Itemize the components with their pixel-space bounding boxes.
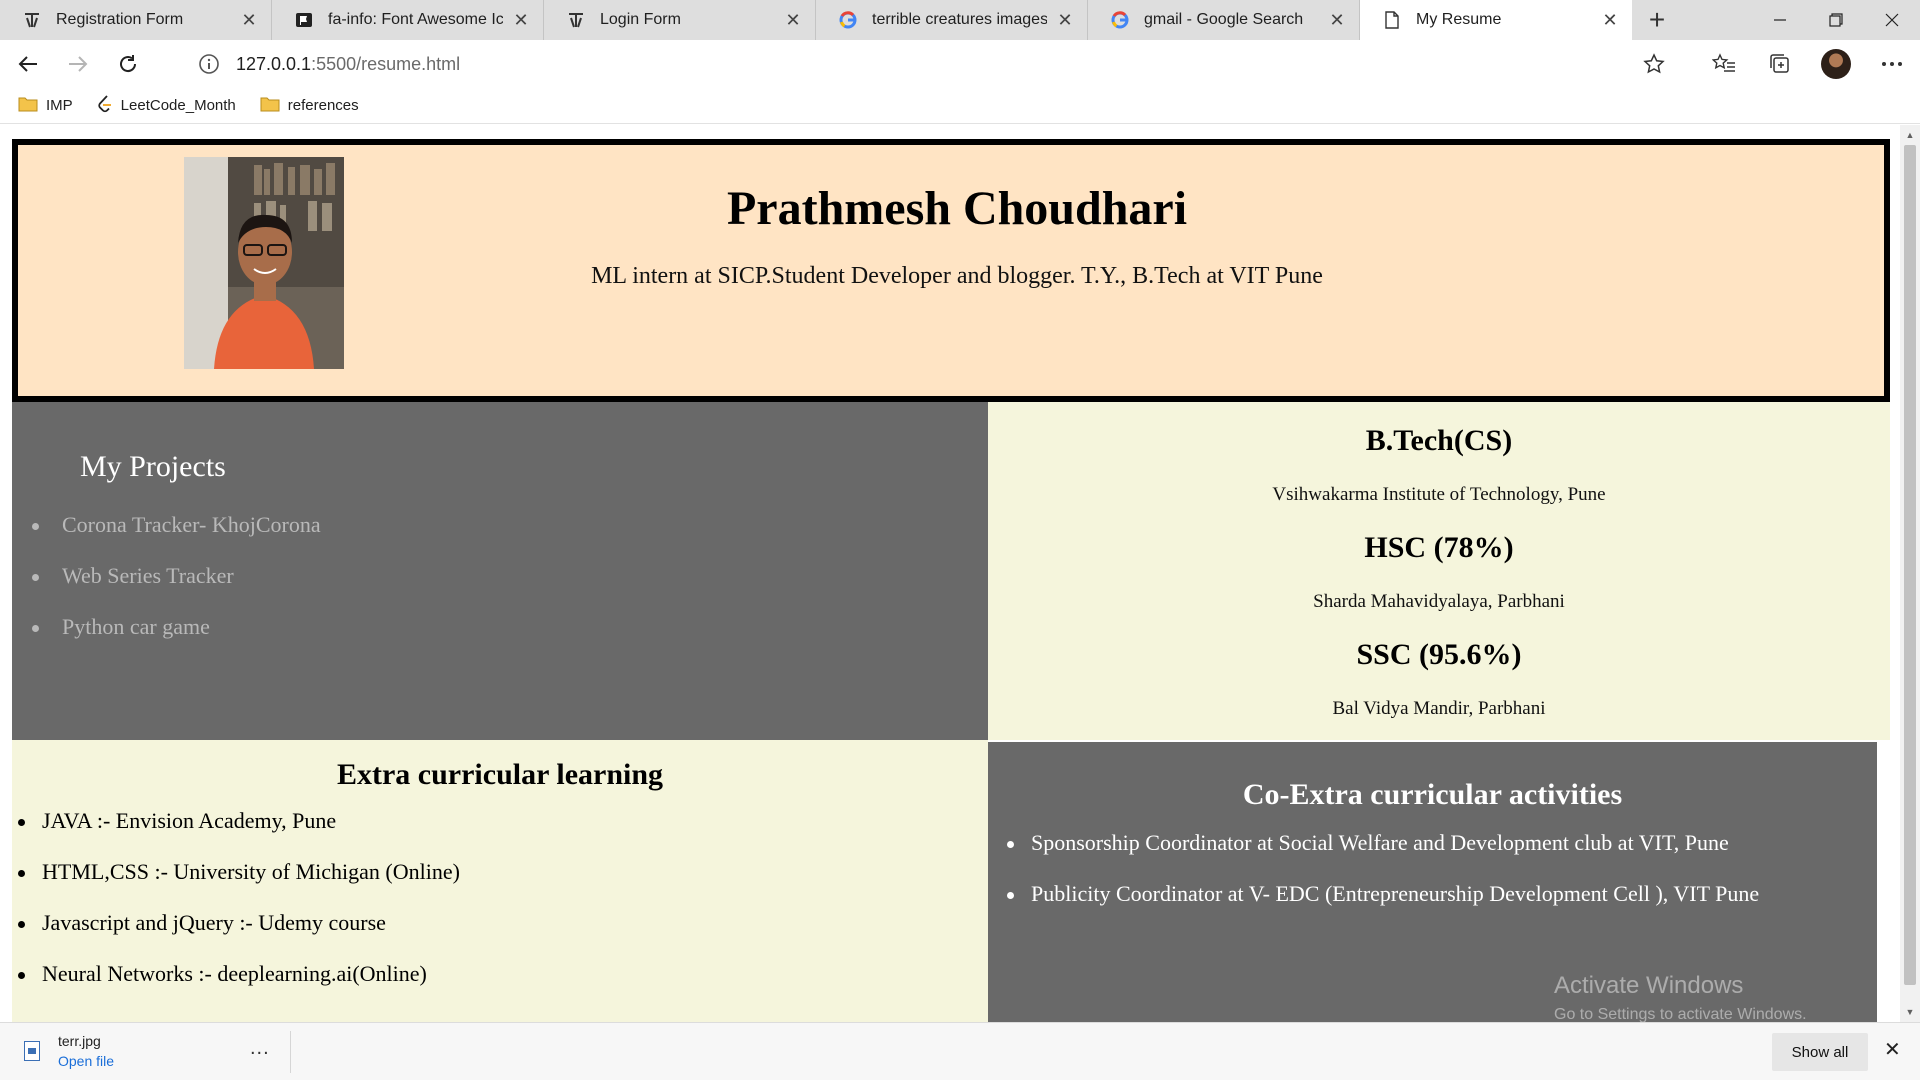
close-icon[interactable]: ✕ (1327, 10, 1347, 31)
show-all-button[interactable]: Show all (1772, 1033, 1868, 1071)
projects-section: My Projects Corona Tracker- KhojCorona W… (12, 402, 988, 740)
resume-page: Prathmesh Choudhari ML intern at SICP.St… (0, 125, 1900, 1022)
tab-registration-form[interactable]: Registration Form ✕ (0, 0, 272, 40)
co-extra-title: Co-Extra curricular activities (1242, 778, 1623, 811)
close-icon[interactable]: ✕ (783, 10, 803, 31)
resume-header: Prathmesh Choudhari ML intern at SICP.St… (12, 139, 1890, 402)
download-shelf: terr.jpg Open file ... Show all ✕ (0, 1022, 1920, 1080)
download-item[interactable]: terr.jpg Open file (24, 1033, 114, 1069)
page-tab-icon (1382, 10, 1402, 30)
bookmark-references[interactable]: references (260, 96, 359, 116)
bookmark-label: references (287, 97, 359, 114)
bookmark-label: IMP (46, 97, 73, 114)
bookmark-imp[interactable]: IMP (18, 96, 73, 116)
leetcode-icon (97, 94, 113, 117)
collections-icon[interactable] (1752, 40, 1808, 88)
image-file-icon (24, 1041, 40, 1061)
download-file-name: terr.jpg (58, 1033, 101, 1049)
extra-learning-list: JAVA :- Envision Academy, Pune HTML,CSS … (18, 808, 460, 1012)
scrollbar-thumb[interactable] (1904, 145, 1916, 985)
tab-label: terrible creatures images - G (872, 11, 1047, 28)
resume-name: Prathmesh Choudhari (726, 182, 1188, 235)
url-path: :5500/resume.html (311, 53, 461, 74)
tab-login-form[interactable]: Login Form ✕ (544, 0, 816, 40)
forward-icon[interactable] (56, 44, 100, 84)
info-icon[interactable] (198, 53, 220, 75)
tab-font-awesome[interactable]: fa-info: Font Awesome Icons ✕ (272, 0, 544, 40)
download-more-button[interactable]: ... (250, 1037, 270, 1060)
list-item: Publicity Coordinator at V- EDC (Entrepr… (1006, 881, 1759, 932)
tab-strip: Registration Form ✕ fa-info: Font Awesom… (0, 0, 1920, 40)
tab-label: Login Form (600, 11, 681, 28)
activate-windows-watermark: Activate Windows Go to Settings to activ… (1554, 972, 1807, 1024)
close-icon[interactable]: ✕ (511, 10, 531, 31)
education-institution: Sharda Mahavidyalaya, Parbhani (1313, 591, 1565, 612)
google-tab-icon (838, 10, 858, 30)
tab-label: Registration Form (56, 11, 184, 28)
education-institution: Bal Vidya Mandir, Parbhani (1332, 698, 1546, 719)
address-bar: 127.0.0.1:5500/resume.html (0, 40, 1920, 88)
open-file-link[interactable]: Open file (58, 1053, 114, 1069)
close-icon[interactable]: ✕ (1884, 1037, 1901, 1062)
toolbar-right (1696, 40, 1920, 88)
restore-icon[interactable] (1808, 0, 1864, 40)
tab-label: My Resume (1416, 11, 1502, 28)
education-degree: SSC (95.6%) (1356, 638, 1522, 671)
back-icon[interactable] (6, 44, 50, 84)
font-awesome-tab-icon (294, 10, 314, 30)
close-icon[interactable]: ✕ (1600, 10, 1620, 31)
tab-my-resume[interactable]: My Resume ✕ (1360, 0, 1632, 40)
favorites-icon[interactable] (1696, 40, 1752, 88)
refresh-icon[interactable] (106, 44, 150, 84)
window-controls (1752, 0, 1920, 40)
minimize-icon[interactable] (1752, 0, 1808, 40)
list-item: Web Series Tracker (32, 563, 321, 614)
list-item: Sponsorship Coordinator at Social Welfar… (1006, 830, 1759, 881)
page-scrollbar[interactable]: ▲ ▼ (1900, 125, 1920, 1022)
list-item: Neural Networks :- deeplearning.ai(Onlin… (18, 961, 460, 1012)
divider (290, 1031, 291, 1073)
list-item: JAVA :- Envision Academy, Pune (18, 808, 460, 859)
list-item: Python car game (32, 614, 321, 665)
education-section: B.Tech(CS) Vsihwakarma Institute of Tech… (988, 402, 1890, 740)
folder-icon (260, 96, 280, 116)
education-degree: HSC (78%) (1364, 531, 1514, 564)
co-extra-list: Sponsorship Coordinator at Social Welfar… (1006, 830, 1759, 932)
resume-tagline: ML intern at SICP.Student Developer and … (591, 263, 1323, 289)
profile-avatar[interactable] (1808, 40, 1864, 88)
url-field[interactable]: 127.0.0.1:5500/resume.html (182, 46, 1682, 82)
close-icon[interactable]: ✕ (1055, 10, 1075, 31)
scroll-down-icon[interactable]: ▼ (1900, 1002, 1920, 1022)
education-institution: Vsihwakarma Institute of Technology, Pun… (1272, 484, 1606, 505)
folder-icon (18, 96, 38, 116)
tab-label: gmail - Google Search (1144, 11, 1304, 28)
bookmark-label: LeetCode_Month (120, 97, 236, 114)
education-degree: B.Tech(CS) (1365, 424, 1513, 457)
list-item: HTML,CSS :- University of Michigan (Onli… (18, 859, 460, 910)
more-menu-icon[interactable] (1864, 40, 1920, 88)
list-item: Corona Tracker- KhojCorona (32, 512, 321, 563)
watermark-title: Activate Windows (1554, 972, 1744, 999)
tab-label: fa-info: Font Awesome Icons (328, 11, 503, 28)
favorite-star-icon[interactable] (1640, 50, 1668, 78)
extra-learning-section: Extra curricular learning JAVA :- Envisi… (12, 740, 988, 1022)
list-item: Javascript and jQuery :- Udemy course (18, 910, 460, 961)
hackerrank-tab-icon (22, 10, 42, 30)
close-window-icon[interactable] (1864, 0, 1920, 40)
projects-title: My Projects (80, 450, 226, 483)
projects-list: Corona Tracker- KhojCorona Web Series Tr… (32, 512, 321, 665)
bookmarks-bar: IMP LeetCode_Month references (0, 88, 1920, 124)
close-icon[interactable]: ✕ (239, 10, 259, 31)
scroll-up-icon[interactable]: ▲ (1900, 125, 1920, 145)
hackerrank-tab-icon (566, 10, 586, 30)
url-host: 127.0.0.1 (236, 53, 312, 74)
new-tab-button[interactable]: + (1632, 0, 1682, 40)
google-tab-icon (1110, 10, 1130, 30)
tab-terrible-creatures[interactable]: terrible creatures images - G ✕ (816, 0, 1088, 40)
extra-learning-title: Extra curricular learning (336, 758, 664, 791)
bookmark-leetcode[interactable]: LeetCode_Month (97, 94, 236, 117)
tab-gmail-search[interactable]: gmail - Google Search ✕ (1088, 0, 1360, 40)
avatar (1821, 49, 1851, 79)
